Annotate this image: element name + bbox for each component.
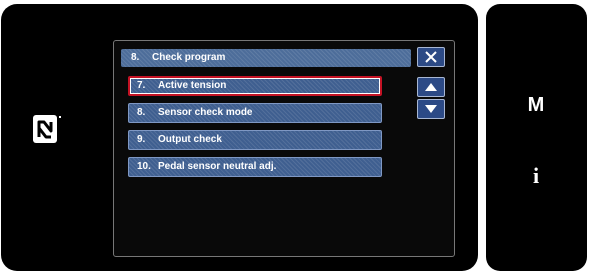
menu-item-active-tension[interactable]: 7. Active tension [128,76,382,96]
menu-item-sensor-check-mode[interactable]: 8. Sensor check mode [128,103,382,123]
lcd-screen: 8. Check program 7. Active tension 8. Senso… [113,40,455,257]
arrow-up-icon [425,83,437,91]
menu-item-pedal-sensor-neutral-adj[interactable]: 10. Pedal sensor neutral adj. [128,157,382,177]
close-icon [425,51,437,63]
m-button[interactable]: M [520,94,552,117]
menu-item-number: 8. [137,107,146,118]
menu-item-label: Pedal sensor neutral adj. [158,161,277,172]
info-button[interactable]: i [520,163,552,189]
title-label: Check program [152,52,226,63]
menu-item-number: 9. [137,134,146,145]
title-bar: 8. Check program [121,49,411,67]
side-panel: M i [486,4,587,271]
menu-item-label: Active tension [158,80,227,91]
title-number: 8. [131,52,140,63]
menu-item-number: 10. [137,161,151,172]
menu-item-number: 7. [137,80,146,91]
close-button[interactable] [417,47,445,67]
scroll-up-button[interactable] [417,77,445,97]
display-bezel: 8. Check program 7. Active tension 8. Senso… [1,4,478,271]
menu-item-label: Output check [158,134,222,145]
scroll-down-button[interactable] [417,99,445,119]
arrow-down-icon [425,105,437,113]
menu-item-label: Sensor check mode [158,107,253,118]
menu-item-output-check[interactable]: 9. Output check [128,130,382,150]
nfc-icon[interactable] [32,114,62,144]
